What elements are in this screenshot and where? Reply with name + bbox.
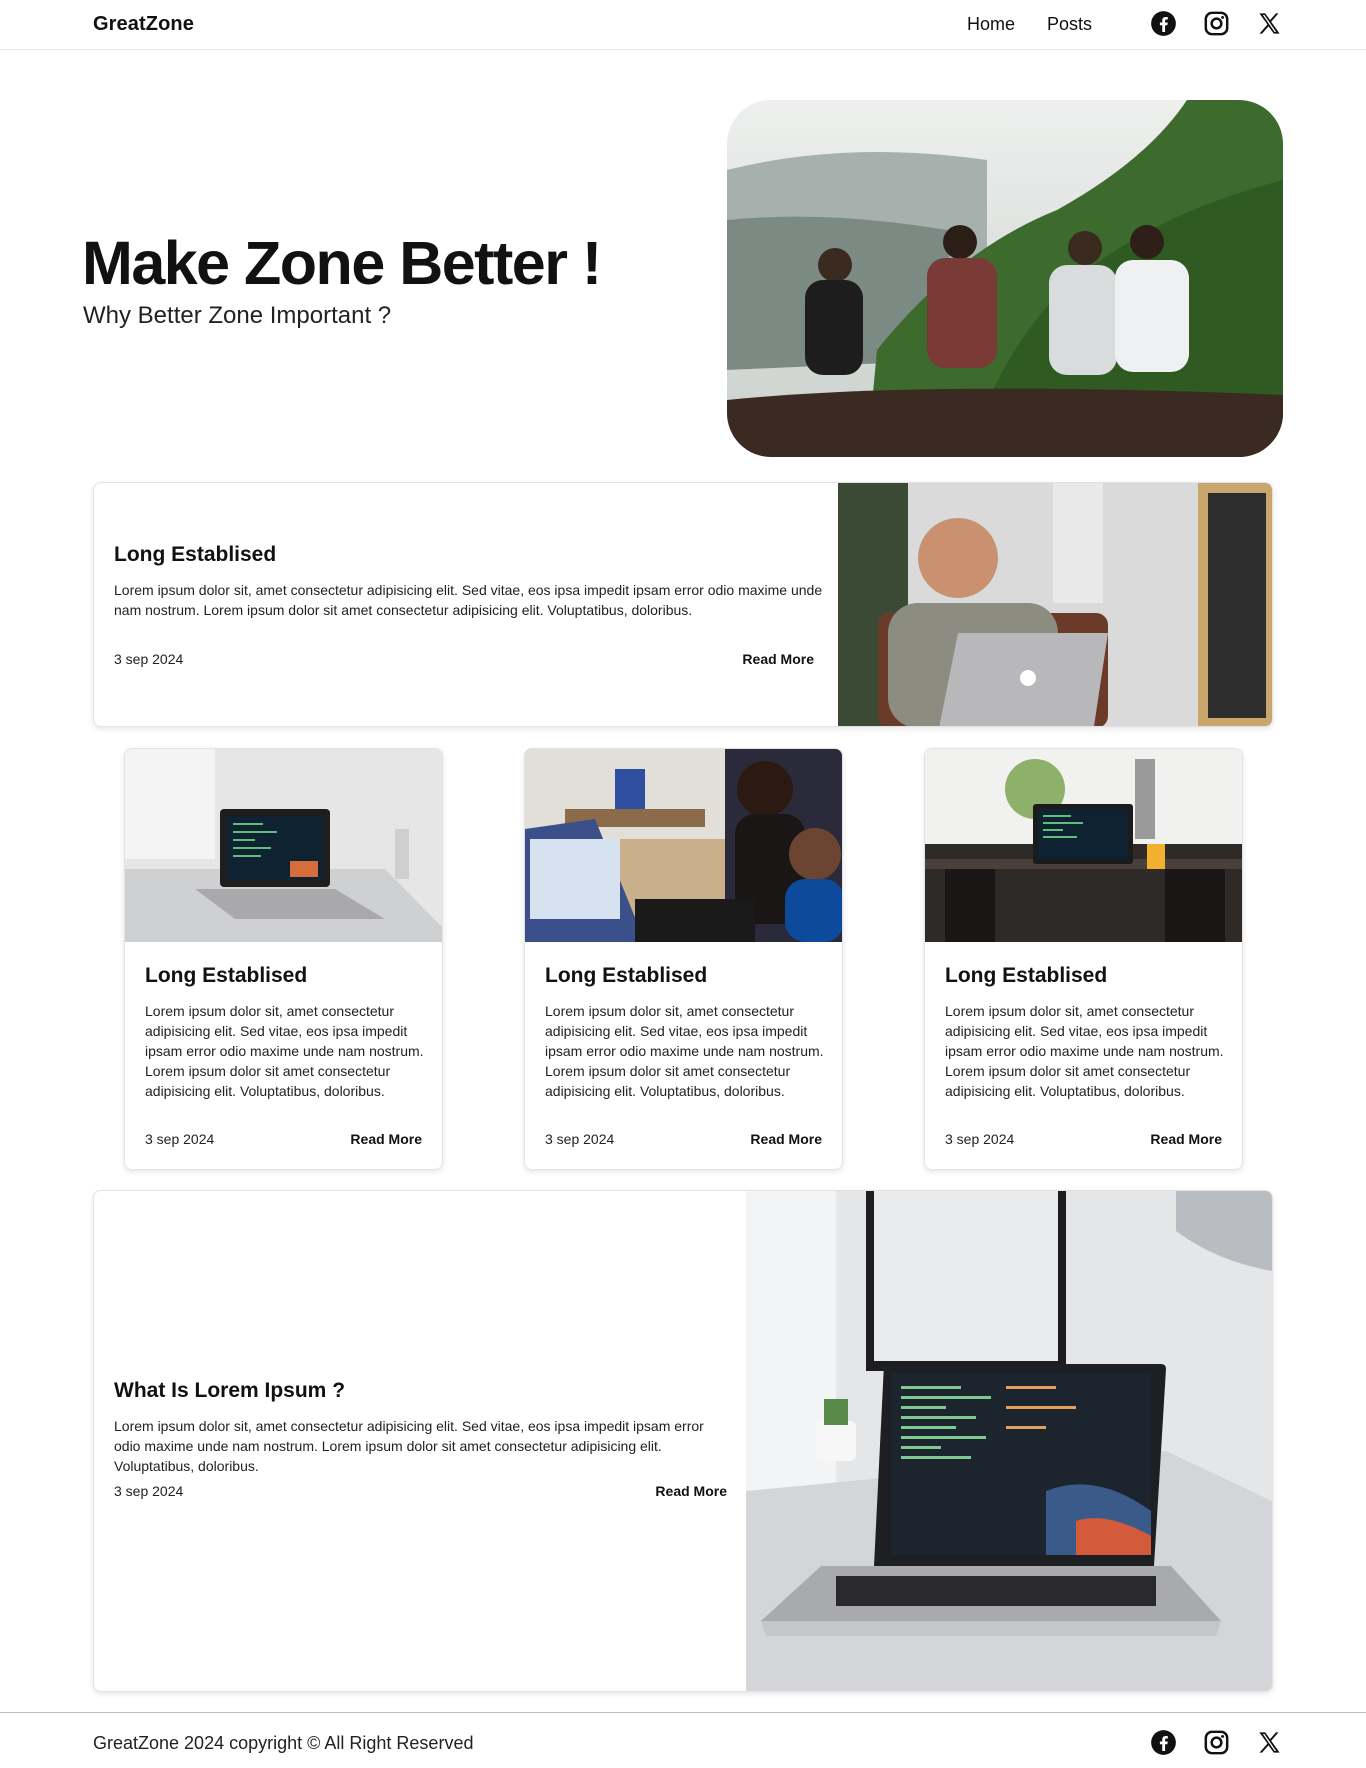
- x-icon[interactable]: [1256, 1729, 1283, 1756]
- read-more-link[interactable]: Read More: [1150, 1131, 1222, 1147]
- navbar: GreatZone Home Posts: [0, 0, 1366, 50]
- instagram-icon[interactable]: [1203, 10, 1230, 37]
- footer: GreatZone 2024 copyright © All Right Res…: [0, 1712, 1366, 1768]
- featured-post-card-large: What Is Lorem Ipsum ? Lorem ipsum dolor …: [93, 1190, 1273, 1692]
- post-card-image: [925, 749, 1242, 942]
- post-card: Long Establised Lorem ipsum dolor sit, a…: [124, 748, 443, 1170]
- read-more-link[interactable]: Read More: [750, 1131, 822, 1147]
- hero-subtitle: Why Better Zone Important ?: [83, 302, 392, 329]
- featured-post-image: [838, 483, 1272, 726]
- post-card-excerpt: Lorem ipsum dolor sit, amet consectetur …: [145, 1003, 424, 1099]
- post-card: Long Establised Lorem ipsum dolor sit, a…: [524, 748, 843, 1170]
- post-card-date: 3 sep 2024: [545, 1131, 615, 1147]
- featured-post-excerpt: Lorem ipsum dolor sit, amet consectetur …: [114, 582, 823, 618]
- footer-copyright: GreatZone 2024 copyright © All Right Res…: [93, 1733, 474, 1753]
- nav-link-posts[interactable]: Posts: [1047, 11, 1092, 37]
- post-card-date: 3 sep 2024: [945, 1131, 1015, 1147]
- post-card-date: 3 sep 2024: [145, 1131, 215, 1147]
- post-card: Long Establised Lorem ipsum dolor sit, a…: [924, 748, 1243, 1170]
- x-icon[interactable]: [1256, 10, 1283, 37]
- footer-social-links: [1150, 1729, 1283, 1756]
- nav-link-home[interactable]: Home: [967, 11, 1015, 37]
- featured-post-card: Long Establised Lorem ipsum dolor sit, a…: [93, 482, 1273, 727]
- post-card-title: Long Establised: [545, 964, 708, 987]
- instagram-icon[interactable]: [1203, 1729, 1230, 1756]
- post-card-image: [125, 749, 442, 942]
- featured-post-excerpt: Lorem ipsum dolor sit, amet consectetur …: [114, 1418, 704, 1474]
- featured-post-title: What Is Lorem Ipsum ?: [114, 1379, 346, 1402]
- post-card-excerpt: Lorem ipsum dolor sit, amet consectetur …: [545, 1003, 824, 1099]
- read-more-link[interactable]: Read More: [655, 1483, 727, 1499]
- read-more-link[interactable]: Read More: [350, 1131, 422, 1147]
- hero-image: [727, 100, 1283, 457]
- read-more-link[interactable]: Read More: [742, 651, 814, 667]
- featured-post-image: [746, 1191, 1272, 1691]
- featured-post-date: 3 sep 2024: [114, 1483, 184, 1499]
- featured-post-title: Long Establised: [114, 543, 277, 566]
- facebook-icon[interactable]: [1150, 10, 1177, 37]
- hero-title: Make Zone Better !: [82, 229, 602, 297]
- brand-logo[interactable]: GreatZone: [93, 13, 194, 36]
- post-card-title: Long Establised: [945, 964, 1108, 987]
- nav-links: Home Posts: [967, 10, 1283, 37]
- post-card-title: Long Establised: [145, 964, 308, 987]
- featured-post-date: 3 sep 2024: [114, 651, 184, 667]
- facebook-icon[interactable]: [1150, 1729, 1177, 1756]
- post-card-image: [525, 749, 842, 942]
- post-card-excerpt: Lorem ipsum dolor sit, amet consectetur …: [945, 1003, 1224, 1099]
